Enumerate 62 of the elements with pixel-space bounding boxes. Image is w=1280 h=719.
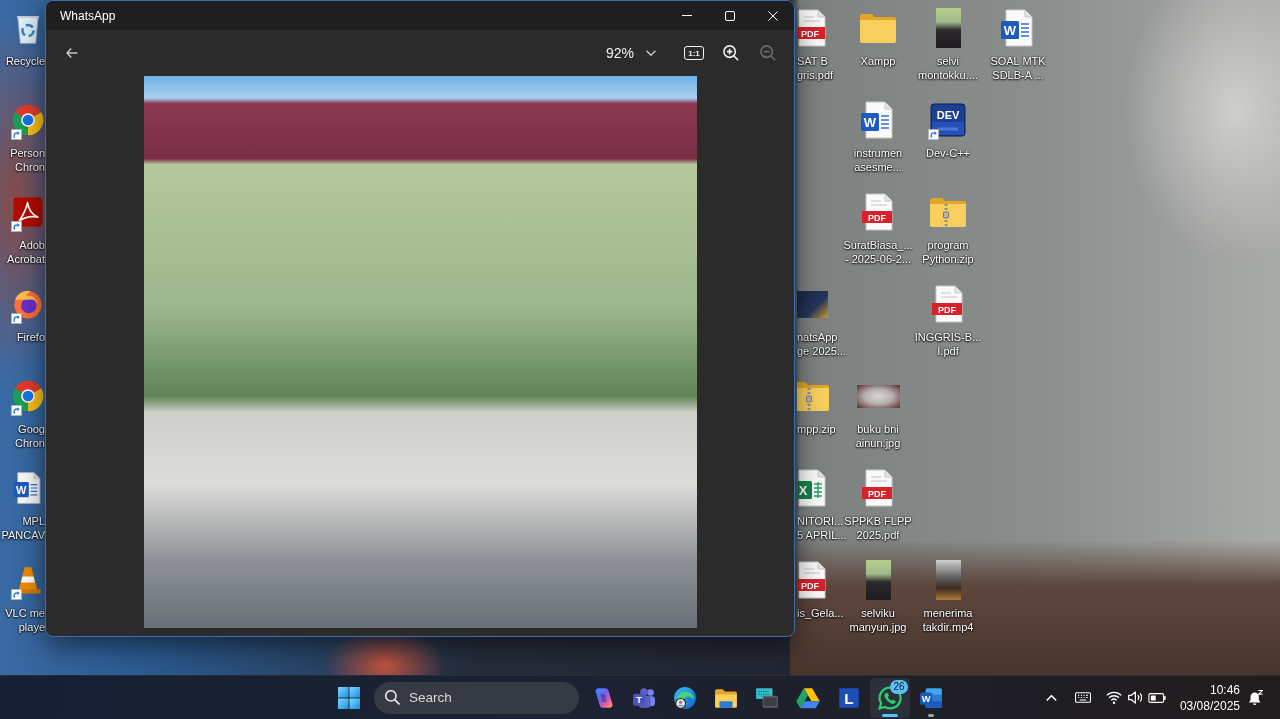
icon-label[interactable]: program Python.zip: [922, 238, 974, 266]
clock-time[interactable]: 10:46: [1209, 681, 1240, 698]
swirl-browser-icon: [673, 685, 697, 710]
icon-label[interactable]: Person Chron: [10, 146, 45, 174]
pdf-reader-icon[interactable]: [11, 195, 45, 229]
icon-label[interactable]: Firefo: [16, 330, 45, 344]
keyboard-icon[interactable]: [1074, 692, 1091, 703]
browser-icon[interactable]: [11, 103, 45, 137]
icon-label[interactable]: selviku manyun.jpg: [849, 606, 907, 634]
icon-label[interactable]: instrumen asesme...: [853, 146, 903, 174]
maximize-icon: [724, 10, 735, 21]
icon-label[interactable]: Adob Acrobat: [7, 238, 45, 266]
wifi-icon[interactable]: [1105, 691, 1122, 704]
photo-thumbnail[interactable]: [856, 384, 900, 408]
icon-label[interactable]: natsApp ge 2025...: [797, 330, 846, 358]
taskbar-button[interactable]: W: [911, 677, 951, 718]
browser-icon[interactable]: [11, 379, 45, 413]
icon-label[interactable]: SAT B gris.pdf: [797, 54, 834, 82]
icon-label[interactable]: SOAL MTK SDLB-A ...: [990, 54, 1046, 82]
caret-icon: [646, 50, 656, 56]
icon-label[interactable]: VLC me playe: [5, 606, 45, 634]
video-thumbnail[interactable]: [935, 560, 961, 600]
minimize-icon: [681, 15, 692, 16]
bell-icon[interactable]: [1249, 690, 1263, 705]
zoom-dropdown[interactable]: 92%: [595, 37, 666, 69]
icon-label[interactable]: buku bni ainun.jpg: [855, 422, 901, 450]
icon-label[interactable]: is_Gela...: [797, 606, 844, 620]
icon-label[interactable]: selvi montokku....: [918, 54, 978, 82]
triangle-logo-icon: [796, 685, 820, 710]
battery-icon[interactable]: [1147, 692, 1166, 703]
icon-label[interactable]: Recycle: [5, 54, 45, 68]
notification-badge: 26: [890, 679, 908, 694]
icon-label[interactable]: SuratBiasa_... - 2025-06-2...: [843, 238, 913, 266]
photo-thumbnail[interactable]: [865, 560, 891, 600]
icon-label[interactable]: mpp.zip: [797, 422, 836, 436]
zoom-out-icon: [760, 45, 776, 61]
icon-label[interactable]: MPL PANCAV: [1, 514, 45, 542]
icon-label[interactable]: Xampp: [860, 54, 896, 68]
icon-label[interactable]: menerima takdir.mp4: [922, 606, 974, 634]
back-arrow-icon: [66, 48, 78, 58]
icon-label[interactable]: Dev-C++: [926, 146, 970, 160]
actual-size-button[interactable]: 1:1: [684, 46, 704, 60]
window-title: WhatsApp: [59, 8, 116, 23]
search-icon: [385, 690, 400, 705]
clock-date[interactable]: 03/08/2025: [1179, 697, 1240, 714]
chevron-up-icon[interactable]: [1046, 694, 1058, 701]
zoom-in-icon: [723, 45, 739, 61]
taskbar-button[interactable]: 26: [870, 677, 910, 718]
letter-tile-icon: L: [837, 685, 861, 710]
volume-icon[interactable]: [1127, 691, 1142, 704]
photo-thumbnail[interactable]: [935, 8, 961, 48]
icon-label[interactable]: Goog Chron: [15, 422, 45, 450]
keyboard-window-icon: [755, 685, 779, 710]
close-icon: [767, 10, 778, 21]
code-editor-icon[interactable]: DEV: [928, 100, 968, 140]
start-icon: [338, 686, 360, 709]
taskbar-button[interactable]: L: [829, 677, 869, 718]
icon-label[interactable]: SPPKB FLPP 2025.pdf: [844, 514, 912, 542]
icon-label[interactable]: INGGRIS-B... I.pdf: [914, 330, 982, 358]
search-field[interactable]: Search: [374, 681, 579, 714]
photo-thumbnail[interactable]: [797, 290, 828, 318]
taskbar-button[interactable]: T: [624, 677, 664, 718]
